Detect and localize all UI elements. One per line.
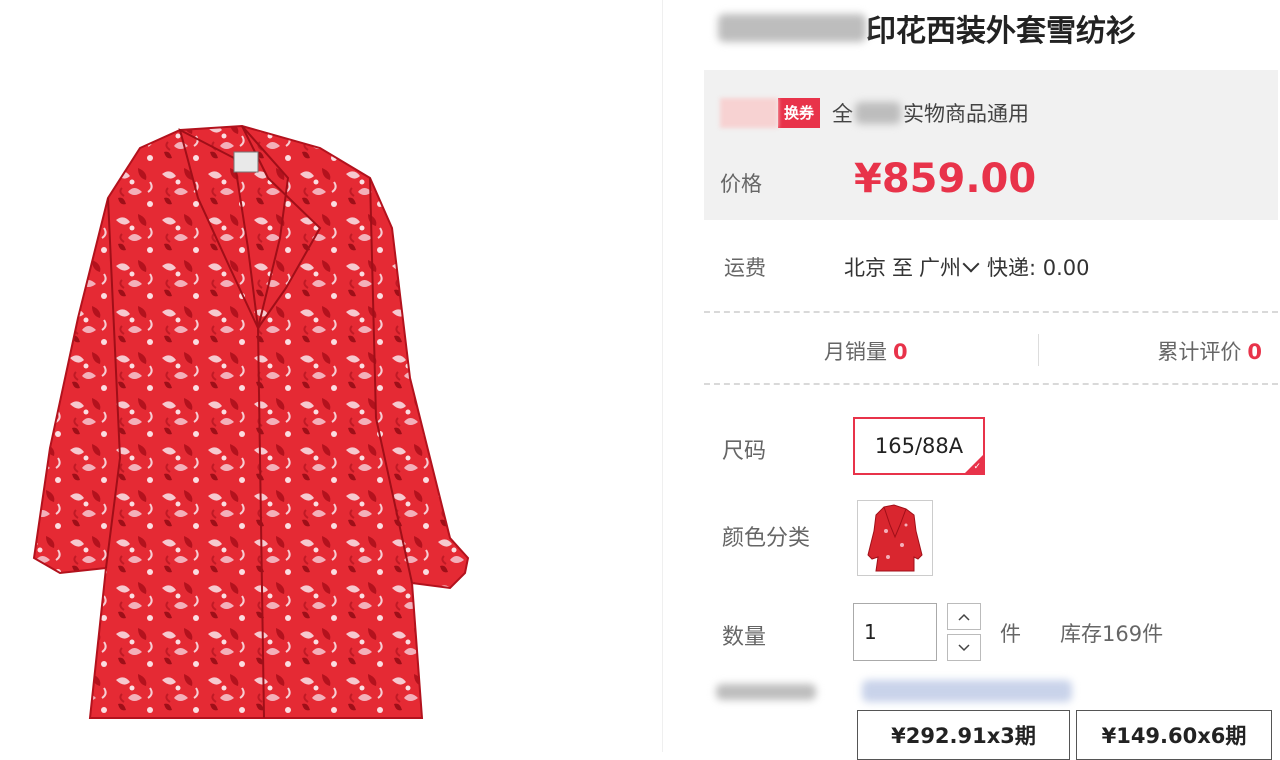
installment-option-6[interactable]: ¥149.60x6期 <box>1076 710 1272 760</box>
ship-to-word: 至 <box>892 256 913 280</box>
chevron-down-icon <box>958 643 970 651</box>
reviews-label: 累计评价 <box>1157 340 1242 364</box>
installment-label: ¥149.60x6期 <box>1101 724 1247 748</box>
redacted-brand <box>718 14 866 42</box>
coupon-text-prefix: 全 <box>832 102 854 126</box>
size-option-selected[interactable]: 165/88A ✓ <box>853 417 985 475</box>
quantity-input[interactable] <box>853 603 937 661</box>
price-label: 价格 <box>720 172 762 196</box>
stats-separator <box>1038 334 1039 366</box>
shipping-route: 北京 至 广州 快递: 0.00 <box>844 252 1090 282</box>
chevron-down-icon <box>962 255 980 273</box>
installment-option-3[interactable]: ¥292.91x3期 <box>857 710 1070 760</box>
quantity-decrement-button[interactable] <box>947 634 981 661</box>
cumulative-reviews[interactable]: 累计评价 0 <box>1157 336 1262 366</box>
product-image[interactable] <box>20 118 500 728</box>
quantity-label: 数量 <box>722 625 767 650</box>
redacted-row <box>716 680 1076 706</box>
price-box: 换券 全 实物商品通用 价格 ¥859.00 <box>704 70 1278 220</box>
redacted-label <box>716 684 816 700</box>
color-label: 颜色分类 <box>722 526 811 551</box>
quantity-unit: 件 <box>1000 622 1021 646</box>
ship-destination: 广州 <box>919 256 961 280</box>
shipping-row: 运费 北京 至 广州 快递: 0.00 <box>724 252 1280 284</box>
shipping-label: 运费 <box>724 256 766 280</box>
coupon-tag[interactable]: 换券 <box>720 98 821 128</box>
product-image-pane <box>0 0 660 752</box>
jacket-illustration <box>32 124 470 719</box>
ship-method: 快递: 0.00 <box>987 256 1090 280</box>
coupon-tag-label: 换券 <box>778 98 821 128</box>
pane-divider <box>662 0 663 752</box>
color-option-thumbnail[interactable] <box>857 500 933 576</box>
redacted-option <box>862 680 1072 702</box>
installment-label: ¥292.91x3期 <box>891 724 1036 748</box>
price-value: ¥859.00 <box>854 156 1037 202</box>
check-icon: ✓ <box>973 462 981 472</box>
monthly-sales-label: 月销量 <box>824 340 887 364</box>
destination-select[interactable]: 广州 <box>919 252 981 282</box>
size-option-label: 165/88A <box>874 434 964 458</box>
color-thumbnail-image <box>867 504 923 572</box>
product-title-text: 印花西装外套雪纺衫 <box>866 14 1136 49</box>
chevron-up-icon <box>958 613 970 621</box>
stats-row: 月销量 0 累计评价 0 <box>704 334 1278 368</box>
divider-dashed-top <box>704 311 1278 313</box>
ship-from: 北京 <box>844 256 886 280</box>
reviews-value: 0 <box>1247 340 1262 364</box>
size-label: 尺码 <box>722 439 767 464</box>
quantity-increment-button[interactable] <box>947 603 981 630</box>
monthly-sales-value: 0 <box>893 340 908 364</box>
coupon-tag-redacted <box>720 98 778 128</box>
coupon-text-redacted <box>855 102 902 124</box>
monthly-sales: 月销量 0 <box>824 336 908 366</box>
coupon-text-suffix: 实物商品通用 <box>903 102 1030 126</box>
stock-count: 库存169件 <box>1060 622 1164 646</box>
coupon-row[interactable]: 换券 全 实物商品通用 <box>720 98 1029 128</box>
product-title: 印花西装外套雪纺衫 <box>718 8 1136 49</box>
divider-dashed-bottom <box>704 383 1278 385</box>
